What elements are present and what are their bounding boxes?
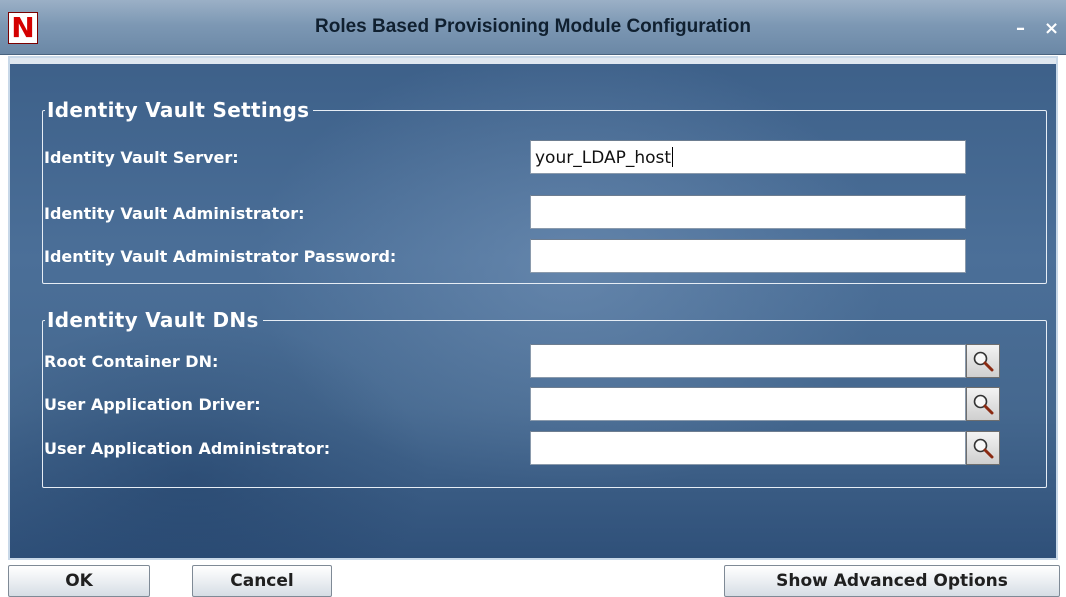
identity-vault-server-value: your_LDAP_host (535, 148, 672, 168)
identity-vault-server-label: Identity Vault Server: (44, 148, 239, 167)
root-container-dn-label: Root Container DN: (44, 352, 219, 371)
identity-vault-admin-password-input[interactable] (530, 239, 966, 273)
user-app-driver-browse-button[interactable] (966, 387, 1000, 421)
ok-button[interactable]: OK (8, 565, 150, 597)
user-application-administrator-label: User Application Administrator: (44, 439, 331, 458)
text-caret (672, 147, 674, 167)
identity-vault-administrator-input[interactable] (530, 195, 966, 229)
user-application-driver-label: User Application Driver: (44, 395, 261, 414)
show-advanced-options-button[interactable]: Show Advanced Options (724, 565, 1060, 597)
configuration-panel: Identity Vault Settings Identity Vault S… (8, 56, 1058, 560)
minimize-button[interactable]: – (1016, 20, 1025, 38)
user-application-administrator-input[interactable] (530, 431, 966, 465)
identity-vault-administrator-label: Identity Vault Administrator: (44, 204, 305, 223)
close-button[interactable]: × (1044, 20, 1059, 38)
user-app-admin-browse-button[interactable] (966, 431, 1000, 465)
magnifier-icon (973, 394, 994, 415)
magnifier-icon (973, 351, 994, 372)
identity-vault-dns-legend: Identity Vault DNs (47, 308, 259, 332)
root-container-dn-input[interactable] (530, 344, 966, 378)
user-application-driver-input[interactable] (530, 387, 966, 421)
cancel-button[interactable]: Cancel (192, 565, 332, 597)
identity-vault-server-input[interactable]: your_LDAP_host (530, 140, 966, 174)
magnifier-icon (973, 438, 994, 459)
title-bar[interactable]: N Roles Based Provisioning Module Config… (0, 0, 1066, 55)
identity-vault-admin-password-label: Identity Vault Administrator Password: (44, 247, 397, 266)
identity-vault-settings-legend: Identity Vault Settings (47, 98, 310, 122)
window-title: Roles Based Provisioning Module Configur… (315, 16, 751, 37)
root-container-browse-button[interactable] (966, 344, 1000, 378)
